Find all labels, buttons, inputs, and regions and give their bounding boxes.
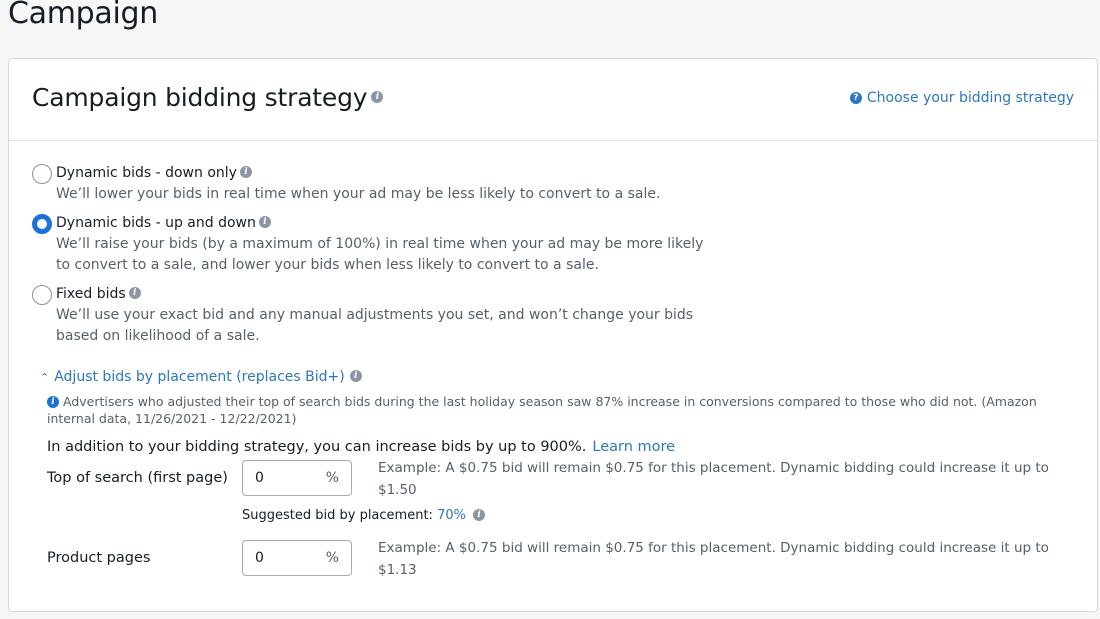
bidding-options: Dynamic bids - down only i We’ll lower yo…: [32, 163, 716, 355]
radio-dynamic-down-only[interactable]: [32, 164, 52, 184]
suggested-label: Suggested bid by placement:: [242, 508, 433, 523]
product-pages-label: Product pages: [47, 550, 151, 566]
radio-dynamic-up-and-down[interactable]: [32, 214, 52, 234]
card-header: Campaign bidding strategy i ? Choose your…: [9, 59, 1097, 141]
info-icon[interactable]: i: [128, 287, 141, 299]
info-icon: i: [47, 395, 59, 408]
chevron-up-icon: ⌃: [40, 370, 50, 384]
option-fixed-bids[interactable]: Fixed bids i We’ll use your exact bid and…: [32, 284, 716, 347]
option-label: Fixed bids: [56, 286, 126, 302]
adjust-bids-by-placement-toggle[interactable]: ⌃ Adjust bids by placement (replaces Bid…: [40, 369, 362, 385]
info-icon[interactable]: i: [473, 508, 486, 521]
option-dynamic-down-only[interactable]: Dynamic bids - down only i We’ll lower yo…: [32, 163, 716, 205]
placement-intro: In addition to your bidding strategy, yo…: [47, 439, 675, 455]
intro-text: In addition to your bidding strategy, yo…: [47, 439, 587, 455]
option-label: Dynamic bids - up and down: [56, 215, 256, 231]
info-icon[interactable]: i: [349, 370, 362, 382]
notice-text: Advertisers who adjusted their top of se…: [47, 394, 1037, 426]
choose-bidding-strategy-link[interactable]: ? Choose your bidding strategy: [849, 90, 1074, 106]
top-of-search-input[interactable]: [255, 470, 315, 486]
suggested-bid: Suggested bid by placement: 70% i: [242, 508, 486, 523]
info-icon[interactable]: i: [371, 91, 384, 103]
card-title-text: Campaign bidding strategy: [32, 83, 368, 112]
info-icon[interactable]: i: [239, 166, 252, 178]
option-description: We’ll lower your bids in real time when …: [56, 186, 661, 202]
top-of-search-label: Top of search (first page): [47, 470, 228, 486]
option-description: We’ll use your exact bid and any manual …: [56, 307, 694, 344]
top-of-search-example: Example: A $0.75 bid will remain $0.75 f…: [378, 460, 1049, 498]
card-title: Campaign bidding strategy i: [32, 83, 384, 112]
percent-unit: %: [325, 550, 339, 566]
placement-notice: i Advertisers who adjusted their top of s…: [47, 393, 1077, 427]
question-circle-icon: ?: [849, 92, 862, 104]
info-icon[interactable]: i: [258, 216, 271, 228]
top-of-search-input-wrapper[interactable]: %: [242, 460, 352, 496]
product-pages-example: Example: A $0.75 bid will remain $0.75 f…: [378, 540, 1049, 578]
option-label: Dynamic bids - down only: [56, 165, 237, 181]
product-pages-input[interactable]: [255, 550, 315, 566]
suggested-value-link[interactable]: 70%: [437, 508, 466, 523]
bidding-strategy-card: Campaign bidding strategy i ? Choose your…: [8, 58, 1098, 612]
help-link-label: Choose your bidding strategy: [866, 90, 1074, 106]
option-dynamic-up-and-down[interactable]: Dynamic bids - up and down i We’ll raise …: [32, 213, 716, 276]
learn-more-link[interactable]: Learn more: [592, 439, 675, 455]
page-title: Campaign: [8, 0, 158, 31]
percent-unit: %: [325, 470, 339, 486]
product-pages-input-wrapper[interactable]: %: [242, 540, 352, 576]
adjust-toggle-label: Adjust bids by placement (replaces Bid+): [54, 369, 345, 385]
radio-fixed-bids[interactable]: [32, 285, 52, 305]
option-description: We’ll raise your bids (by a maximum of 1…: [56, 236, 704, 273]
